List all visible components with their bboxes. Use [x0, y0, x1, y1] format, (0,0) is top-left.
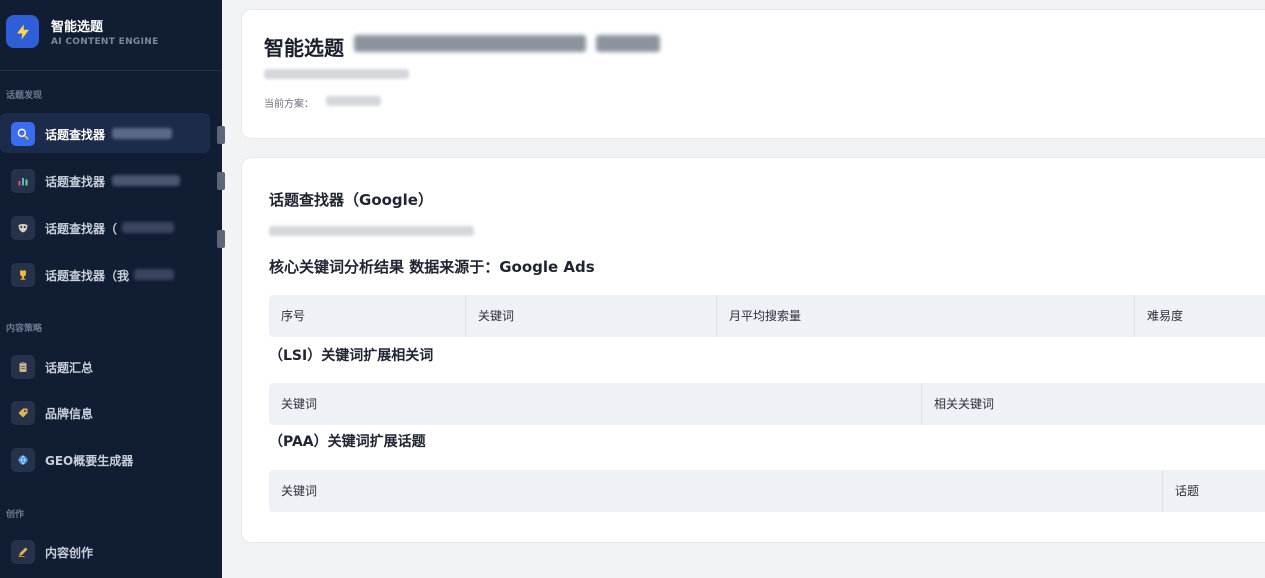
- column-header[interactable]: 难易度: [1135, 295, 1265, 337]
- page-title: 智能选题: [264, 36, 344, 60]
- redacted-text: [122, 222, 174, 233]
- core-keyword-title: 核心关键词分析结果 数据来源于：Google Ads: [269, 258, 595, 276]
- collapse-handle[interactable]: [217, 172, 225, 190]
- sidebar-item-topic-summary[interactable]: 话题汇总: [0, 346, 210, 386]
- column-header[interactable]: 序号: [269, 295, 466, 337]
- redacted-plan: [326, 96, 381, 106]
- sidebar-item-topic-finder-1[interactable]: 话题查找器: [0, 113, 210, 153]
- sidebar: 智能选题 AI CONTENT ENGINE 话题发现 话题查找器 话题查找器 …: [0, 0, 225, 578]
- sidebar-item-label: 话题查找器（我: [45, 269, 130, 283]
- section-label-creation: 创作: [6, 510, 25, 520]
- mask-icon: [11, 216, 35, 240]
- sidebar-item-label: 品牌信息: [45, 407, 94, 421]
- redacted-subtitle: [264, 69, 409, 79]
- sidebar-item-label: 话题查找器: [45, 175, 106, 189]
- column-header[interactable]: 相关关键词: [922, 383, 1265, 425]
- lsi-title: （LSI）关键词扩展相关词: [269, 348, 434, 364]
- section-label-discovery: 话题发现: [6, 91, 43, 101]
- sidebar-item-label: 话题汇总: [45, 361, 94, 375]
- pen-icon: [11, 540, 35, 564]
- redacted-text: [134, 269, 174, 280]
- current-plan-label: 当前方案：: [264, 99, 314, 110]
- clipboard-icon: [11, 355, 35, 379]
- redacted-text: [112, 175, 180, 186]
- core-keyword-table-header: 序号 关键词 月平均搜索量 难易度: [269, 295, 1265, 337]
- trophy-icon: [11, 263, 35, 287]
- redacted-description: [269, 226, 474, 236]
- collapse-handle[interactable]: [217, 126, 225, 144]
- sidebar-item-topic-finder-3[interactable]: 话题查找器（: [0, 207, 210, 247]
- lsi-table-header: 关键词 相关关键词: [269, 383, 1265, 425]
- redacted-title: [596, 35, 660, 52]
- collapse-handle[interactable]: [217, 230, 225, 248]
- brand-title: 智能选题: [51, 20, 104, 35]
- topic-finder-card: 话题查找器（Google） 核心关键词分析结果 数据来源于：Google Ads…: [241, 157, 1265, 543]
- finder-title: 话题查找器（Google）: [269, 191, 433, 209]
- redacted-text: [112, 128, 172, 139]
- column-header[interactable]: 关键词: [466, 295, 717, 337]
- search-icon: [11, 122, 35, 146]
- chart-icon: [11, 169, 35, 193]
- brand-subtitle: AI CONTENT ENGINE: [51, 37, 159, 47]
- sidebar-item-geo-summary[interactable]: GEO概要生成器: [0, 439, 210, 479]
- header-card: 智能选题 当前方案：: [241, 9, 1265, 139]
- sidebar-divider: [0, 70, 222, 71]
- sidebar-item-topic-finder-2[interactable]: 话题查找器: [0, 160, 210, 200]
- sidebar-item-label: GEO概要生成器: [45, 454, 134, 468]
- column-header[interactable]: 月平均搜索量: [717, 295, 1135, 337]
- redacted-title: [354, 35, 586, 52]
- column-header[interactable]: 关键词: [269, 383, 922, 425]
- section-label-strategy: 内容策略: [6, 324, 43, 334]
- paa-table-header: 关键词 话题: [269, 470, 1265, 512]
- paa-title: （PAA）关键词扩展话题: [269, 434, 426, 450]
- sidebar-item-content-creation[interactable]: 内容创作: [0, 531, 210, 571]
- sidebar-item-brand-info[interactable]: 品牌信息: [0, 392, 210, 432]
- sidebar-item-label: 话题查找器: [45, 128, 106, 142]
- sidebar-item-label: 内容创作: [45, 546, 94, 560]
- globe-icon: [11, 448, 35, 472]
- lightning-icon: [6, 15, 39, 48]
- column-header[interactable]: 话题: [1163, 470, 1265, 512]
- sidebar-item-topic-finder-4[interactable]: 话题查找器（我: [0, 254, 210, 294]
- tag-icon: [11, 401, 35, 425]
- sidebar-item-label: 话题查找器（: [45, 222, 118, 236]
- column-header[interactable]: 关键词: [269, 470, 1163, 512]
